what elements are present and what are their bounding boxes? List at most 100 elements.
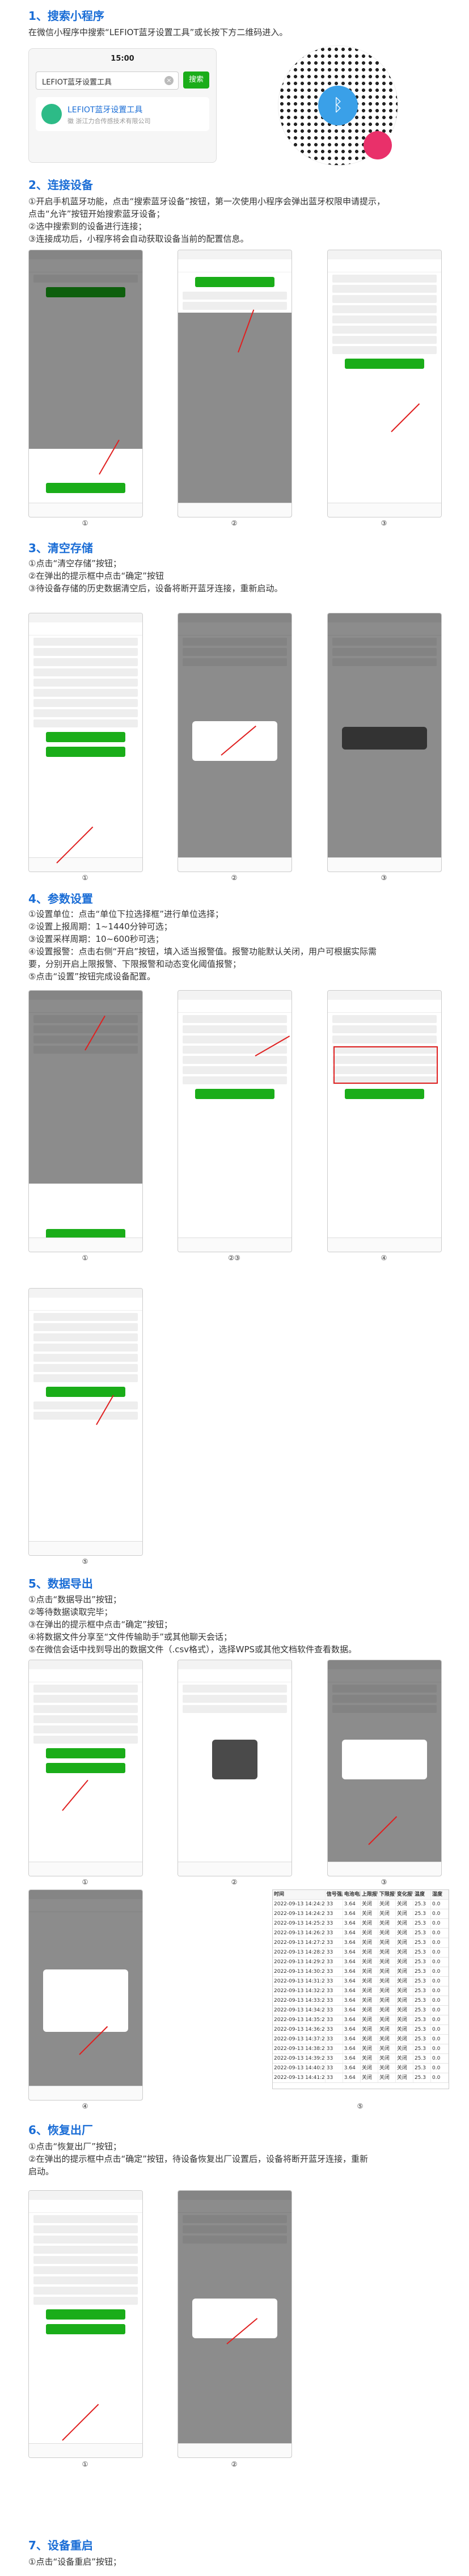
table-cell: 33 [326, 1938, 343, 1947]
table-cell: 关闭 [396, 1996, 413, 2005]
table-cell: 0.0 [431, 2073, 449, 2082]
table-cell: 33 [326, 2044, 343, 2053]
table-cell: 3.64 [343, 1909, 361, 1918]
screenshot-params-5 [28, 1288, 143, 1556]
table-row: 2022-09-13 14:30:27 33 3.64 关闭 关闭 关闭 25.3 0.0 [273, 1967, 449, 1977]
table-cell: 25.3 [413, 2025, 431, 2034]
table-header: 时间 信号强度 电池电压 上限报警 下限报警 变化报警 温度 湿度 [273, 1890, 449, 1900]
table-cell: 0.0 [431, 1900, 449, 1909]
table-row: 2022-09-13 14:29:27 33 3.64 关闭 关闭 关闭 25.3 0.0 [273, 1958, 449, 1967]
table-cell: 0.0 [431, 1929, 449, 1938]
step-caption: ② [231, 2460, 238, 2468]
section-line: ⑤点击“设置”按钮完成设备配置。 [28, 971, 155, 982]
table-cell: 3.64 [343, 2035, 361, 2044]
screenshot-params-3 [327, 990, 442, 1252]
table-cell: 25.3 [413, 1909, 431, 1918]
table-cell: 25.3 [413, 2073, 431, 2082]
section-title: 4、参数设置 [28, 892, 93, 906]
table-header-cell: 时间 [273, 1890, 326, 1899]
table-cell: 关闭 [361, 1986, 378, 1996]
section-line: ①开启手机蓝牙功能，点击“搜索蓝牙设备”按钮，第一次使用小程序会弹出蓝牙权限申请… [28, 196, 385, 207]
mini-program-badge-icon [364, 131, 392, 159]
section-line: ③待设备存储的历史数据清空后，设备将断开蓝牙连接，重新启动。 [28, 583, 283, 594]
section-line: 要，分别开启上限报警、下限报警和动态变化阈值报警； [28, 959, 242, 969]
table-cell: 3.64 [343, 1948, 361, 1957]
table-cell: 33 [326, 1948, 343, 1957]
table-cell: 关闭 [361, 1948, 378, 1957]
table-cell: 33 [326, 1977, 343, 1986]
step-caption: ④ [381, 1254, 387, 1262]
table-cell: 关闭 [396, 2073, 413, 2082]
table-cell: 关闭 [378, 2064, 396, 2073]
table-row: 2022-09-13 14:36:27 33 3.64 关闭 关闭 关闭 25.3 0.0 [273, 2025, 449, 2035]
table-cell: 2022-09-13 14:29:27 [273, 1958, 326, 1967]
section-line: ②选中搜索到的设备进行连接； [28, 221, 147, 231]
table-cell: 0.0 [431, 2064, 449, 2073]
step-caption: ① [82, 519, 88, 527]
table-row: 2022-09-13 14:27:27 33 3.64 关闭 关闭 关闭 25.3 0.0 [273, 1938, 449, 1948]
table-cell: 关闭 [361, 1929, 378, 1938]
result-name: LEFIOT蓝牙设置工具 [67, 106, 143, 115]
table-cell: 关闭 [396, 1919, 413, 1928]
table-cell: 25.3 [413, 1948, 431, 1957]
status-time: 15:00 [111, 54, 134, 63]
table-cell: 关闭 [378, 1977, 396, 1986]
section-title: 7、设备重启 [28, 2539, 93, 2552]
section-title: 2、连接设备 [28, 178, 93, 192]
screenshot-params-2 [178, 990, 292, 1252]
table-cell: 关闭 [396, 2054, 413, 2063]
table-row: 2022-09-13 14:24:27 33 3.64 关闭 关闭 关闭 25.3 0.0 [273, 1909, 449, 1919]
table-header-cell: 湿度 [431, 1890, 449, 1899]
table-cell: 25.3 [413, 2054, 431, 2063]
table-cell: 关闭 [378, 1900, 396, 1909]
section-line: 在微信小程序中搜索“LEFIOT蓝牙设置工具”或长按下方二维码进入。 [28, 27, 288, 37]
table-cell: 关闭 [361, 2015, 378, 2024]
step-caption: ③ [381, 874, 387, 882]
table-cell: 关闭 [361, 2025, 378, 2034]
section-body: ①设置单位：点击“单位下拉选择框”进行单位选择； ②设置上报周期：1~1440分… [28, 908, 437, 983]
table-cell: 3.64 [343, 2044, 361, 2053]
table-cell: 2022-09-13 14:40:27 [273, 2064, 326, 2073]
table-cell: 关闭 [378, 1996, 396, 2005]
table-cell: 3.64 [343, 1977, 361, 1986]
table-cell: 3.64 [343, 2015, 361, 2024]
search-query: LEFIOT蓝牙设置工具 [42, 78, 112, 87]
table-cell: 3.64 [343, 1986, 361, 1996]
section-body: ①点击“恢复出厂”按钮； ②在弹出的提示框中点击“确定”按钮，待设备恢复出厂设置… [28, 2140, 437, 2178]
table-row: 2022-09-13 14:39:27 33 3.64 关闭 关闭 关闭 25.3 0.0 [273, 2054, 449, 2064]
table-cell: 0.0 [431, 1938, 449, 1947]
table-cell: 关闭 [396, 2044, 413, 2053]
table-cell: 关闭 [361, 2006, 378, 2015]
section-line: ③连接成功后，小程序将会自动获取设备当前的配置信息。 [28, 234, 249, 244]
step-caption: ① [82, 2460, 88, 2468]
table-row: 2022-09-13 14:38:27 33 3.64 关闭 关闭 关闭 25.3 0.0 [273, 2044, 449, 2054]
table-cell: 2022-09-13 14:39:27 [273, 2054, 326, 2063]
table-cell: 关闭 [396, 1948, 413, 1957]
table-header-cell: 下限报警 [378, 1890, 396, 1899]
table-cell: 2022-09-13 14:25:27 [273, 1919, 326, 1928]
table-cell: 2022-09-13 14:38:27 [273, 2044, 326, 2053]
table-cell: 关闭 [361, 1938, 378, 1947]
search-button[interactable]: 搜索 [183, 71, 209, 89]
table-cell: 0.0 [431, 1948, 449, 1957]
table-header-cell: 温度 [413, 1890, 431, 1899]
table-cell: 2022-09-13 14:35:27 [273, 2015, 326, 2024]
table-header-cell: 变化报警 [396, 1890, 413, 1899]
step-caption: ⑤ [82, 1558, 88, 1565]
section-line: 点击“允许”按钮开始搜索蓝牙设备； [28, 209, 165, 219]
search-result-item[interactable]: LEFIOT蓝牙设置工具 徽 浙江力合传感技术有限公司 [36, 97, 209, 131]
table-cell: 2022-09-13 14:26:27 [273, 1929, 326, 1938]
table-cell: 0.0 [431, 1967, 449, 1976]
table-cell: 关闭 [378, 1948, 396, 1957]
clear-icon[interactable]: × [164, 76, 174, 85]
table-row: 2022-09-13 14:25:27 33 3.64 关闭 关闭 关闭 25.3 0.0 [273, 1919, 449, 1929]
table-cell: 关闭 [361, 2044, 378, 2053]
table-cell: 关闭 [361, 2054, 378, 2063]
table-cell: 关闭 [378, 2006, 396, 2015]
table-cell: 2022-09-13 14:33:27 [273, 1996, 326, 2005]
table-cell: 0.0 [431, 1996, 449, 2005]
search-input[interactable]: LEFIOT蓝牙设置工具 × [36, 71, 179, 90]
table-cell: 2022-09-13 14:37:27 [273, 2035, 326, 2044]
table-cell: 2022-09-13 14:24:27 [273, 1909, 326, 1918]
section-title: 6、恢复出厂 [28, 2123, 93, 2137]
